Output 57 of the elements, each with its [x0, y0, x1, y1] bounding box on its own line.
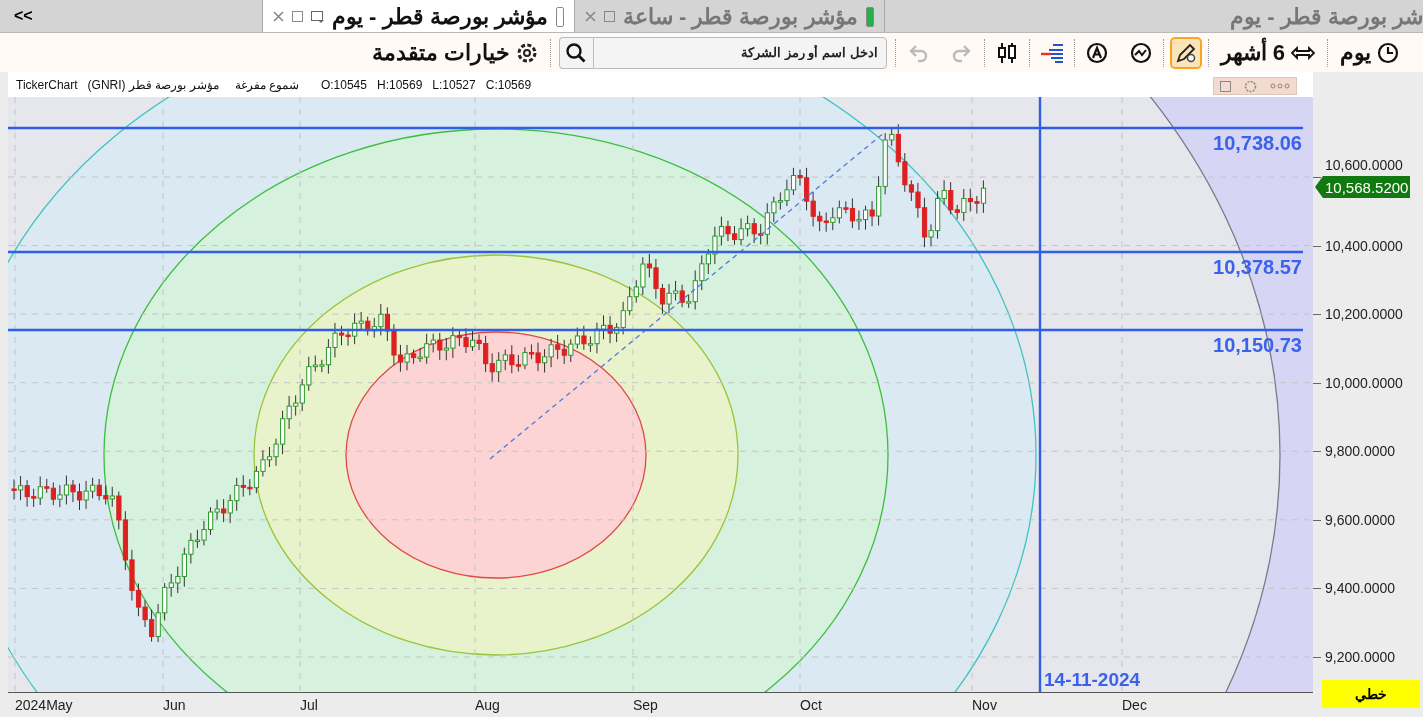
tab-title: مؤشر بورصة قطر - ساعة	[622, 3, 858, 30]
clock-icon[interactable]	[1377, 41, 1399, 64]
horizontal-level-line[interactable]	[8, 250, 1303, 254]
x-axis-label: Jul	[300, 697, 318, 713]
y-axis-label: 10,400.0000	[1325, 237, 1403, 254]
x-axis-label: Oct	[800, 697, 822, 713]
x-axis-label: Aug	[475, 697, 500, 713]
x-axis-label: 2024May	[15, 697, 73, 713]
maximize-icon[interactable]	[1220, 80, 1232, 92]
source-label: TickerChart	[16, 77, 78, 92]
instrument-name: مؤشر بورصة قطر (GNRI)	[87, 77, 219, 92]
close-icon[interactable]	[584, 11, 596, 22]
horizontal-level-line[interactable]	[8, 328, 1303, 332]
close-icon[interactable]	[273, 10, 284, 22]
alert-a-icon[interactable]	[1085, 41, 1108, 64]
chart-tab[interactable]: مؤشر بورصة قطر - يوم	[262, 0, 574, 32]
ohlc-value: C:10569	[485, 77, 532, 92]
current-price-tag: 10,568.5200	[1315, 176, 1411, 198]
more-icon[interactable]	[1269, 83, 1290, 89]
level-price-label: 10,150.73	[1213, 334, 1302, 356]
chart-type-button[interactable]: خطي	[1322, 680, 1420, 708]
window-icon[interactable]	[311, 10, 324, 23]
settings-icon[interactable]	[515, 41, 538, 64]
level-price-label: 10,378.57	[1213, 256, 1302, 278]
ohlc-value: H:10569	[376, 77, 423, 92]
double-arrow-icon[interactable]	[1291, 45, 1315, 60]
date-marker-label: 14-11-2024	[1044, 669, 1141, 690]
search-button[interactable]	[558, 36, 593, 69]
horizontal-level-line[interactable]	[8, 126, 1303, 130]
square-icon[interactable]	[603, 11, 615, 22]
x-axis-label: Jun	[163, 697, 186, 713]
advanced-options-link[interactable]: خيارات متقدمة	[371, 39, 510, 66]
y-axis-label: 9,800.0000	[1325, 443, 1396, 460]
volume-profile-icon[interactable]	[1038, 41, 1065, 64]
square-icon[interactable]	[292, 10, 303, 22]
period-label[interactable]: يوم	[1340, 39, 1371, 66]
candlestick-icon[interactable]	[995, 40, 1018, 65]
ohlc-value: O:10545	[320, 77, 367, 92]
drawing-tools-button[interactable]	[1169, 36, 1202, 69]
y-axis-label: 10,000.0000	[1325, 374, 1403, 391]
ohlc-value: L:10527	[432, 77, 476, 92]
range-label[interactable]: 6 أشهر	[1220, 39, 1285, 66]
chart-style-label: شموع مفرغة	[234, 77, 299, 92]
tab-title: شر بورصة قطر - يوم	[1230, 3, 1423, 30]
y-axis-label: 10,200.0000	[1325, 306, 1403, 323]
x-axis-label: Dec	[1122, 697, 1147, 713]
x-axis-label: Sep	[633, 697, 658, 713]
tab-title: مؤشر بورصة قطر - يوم	[332, 3, 548, 30]
y-axis-label: 9,600.0000	[1325, 511, 1396, 528]
search-icon	[565, 41, 588, 64]
x-axis-label: Nov	[972, 697, 997, 713]
y-axis-label: 9,200.0000	[1325, 649, 1396, 665]
y-axis-label: 9,400.0000	[1325, 580, 1396, 597]
vertical-date-line[interactable]	[1038, 97, 1042, 692]
trend-icon[interactable]	[1129, 41, 1152, 64]
y-axis-label: 10,600.0000	[1325, 157, 1403, 173]
level-price-label: 10,738.06	[1213, 132, 1302, 154]
